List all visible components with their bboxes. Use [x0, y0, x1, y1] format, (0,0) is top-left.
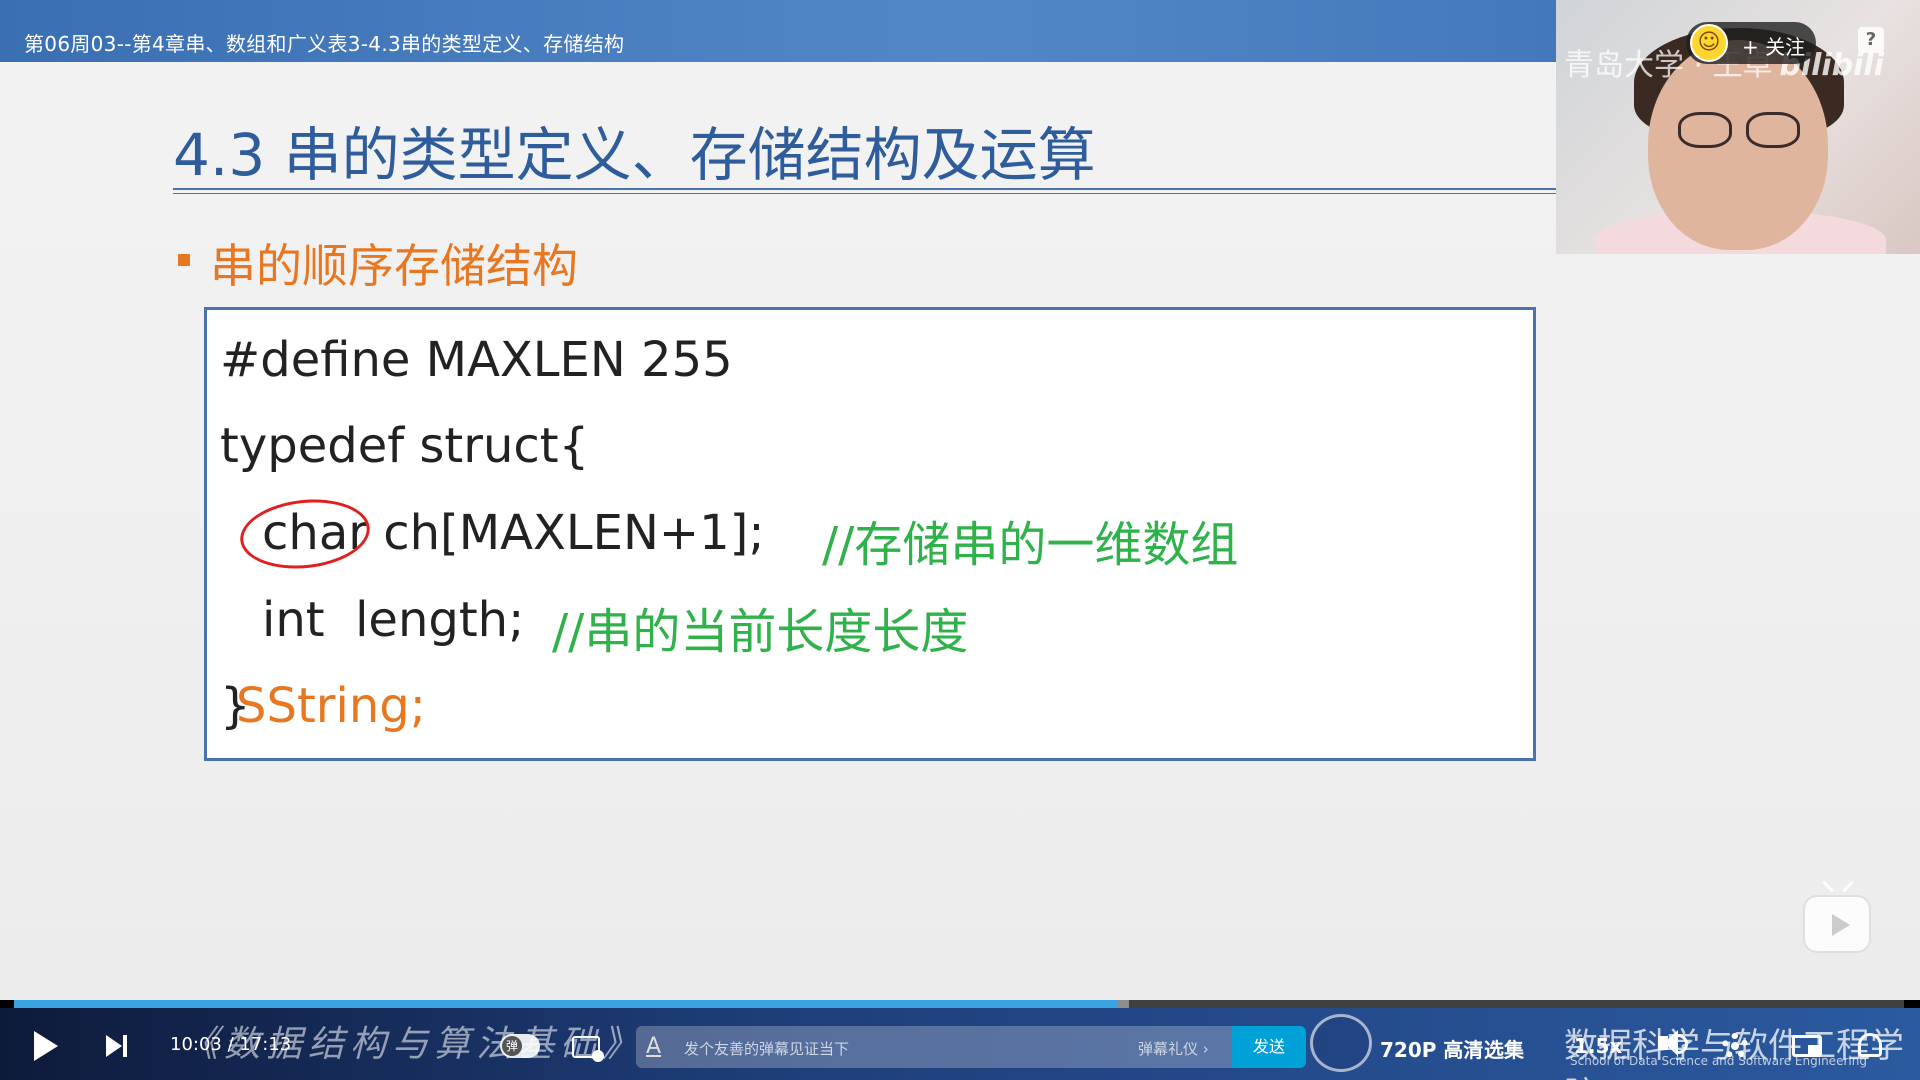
video-title: 第06周03--第4章串、数组和广义表3-4.3串的类型定义、存储结构	[24, 32, 625, 56]
danmu-placeholder[interactable]: 发个友善的弹幕见证当下	[684, 1038, 849, 1059]
smiley-icon: ☺	[1697, 30, 1721, 55]
bullet-square-icon	[178, 254, 190, 266]
current-time: 10:03	[170, 1034, 222, 1055]
mini-player-icon[interactable]	[1803, 895, 1871, 953]
section-heading: 串的顺序存储结构	[210, 239, 578, 293]
heading-underline	[173, 188, 1558, 190]
episodes-button[interactable]: 选集	[1484, 1034, 1524, 1063]
send-button[interactable]: 发送	[1232, 1026, 1306, 1068]
progress-bar[interactable]	[14, 1000, 1904, 1008]
settings-gear-center[interactable]	[1731, 1042, 1739, 1050]
danmu-toggle[interactable]: 弹	[500, 1034, 540, 1058]
next-icon-bar[interactable]	[123, 1035, 127, 1057]
glasses-right	[1746, 112, 1800, 148]
next-icon[interactable]	[106, 1035, 122, 1057]
code-line-length: int length;	[262, 592, 525, 648]
help-button[interactable]: ?	[1858, 27, 1884, 53]
uploader-avatar[interactable]: ☺	[1690, 24, 1728, 62]
volume-icon[interactable]	[1658, 1030, 1678, 1056]
speed-button[interactable]: 1.5x	[1574, 1034, 1622, 1058]
code-comment-char: //存储串的一维数组	[822, 517, 1239, 573]
progress-fill	[14, 1000, 1118, 1008]
quality-button[interactable]: 720P 高清	[1380, 1034, 1483, 1063]
fullscreen-icon[interactable]	[1858, 1033, 1882, 1057]
time-display: 10:03 / 17:13	[170, 1034, 291, 1055]
play-icon[interactable]	[34, 1031, 58, 1061]
slide-heading: 4.3 串的类型定义、存储结构及运算	[173, 121, 1096, 189]
university-seal-icon	[1310, 1014, 1372, 1072]
follow-label: + 关注	[1742, 35, 1806, 59]
code-type-name: SString;	[236, 678, 426, 734]
tv-play-icon	[1832, 914, 1850, 936]
follow-button[interactable]: ☺ + 关注	[1686, 22, 1816, 64]
danmu-style-icon[interactable]: A	[646, 1034, 661, 1059]
time-separator: /	[221, 1034, 240, 1055]
code-line-typedef: typedef struct{	[220, 418, 590, 474]
pip-inner-icon[interactable]	[1808, 1045, 1820, 1054]
heading-underline-thin	[173, 193, 1558, 194]
danmu-settings-icon[interactable]	[572, 1036, 604, 1062]
code-comment-length: //串的当前长度长度	[552, 604, 969, 660]
total-time: 17:13	[239, 1034, 292, 1055]
code-line-define: #define MAXLEN 255	[220, 332, 733, 388]
danmu-etiquette-link[interactable]: 弹幕礼仪 ›	[1138, 1038, 1209, 1059]
glasses-left	[1678, 112, 1732, 148]
danmu-toggle-knob: 弹	[502, 1036, 522, 1056]
